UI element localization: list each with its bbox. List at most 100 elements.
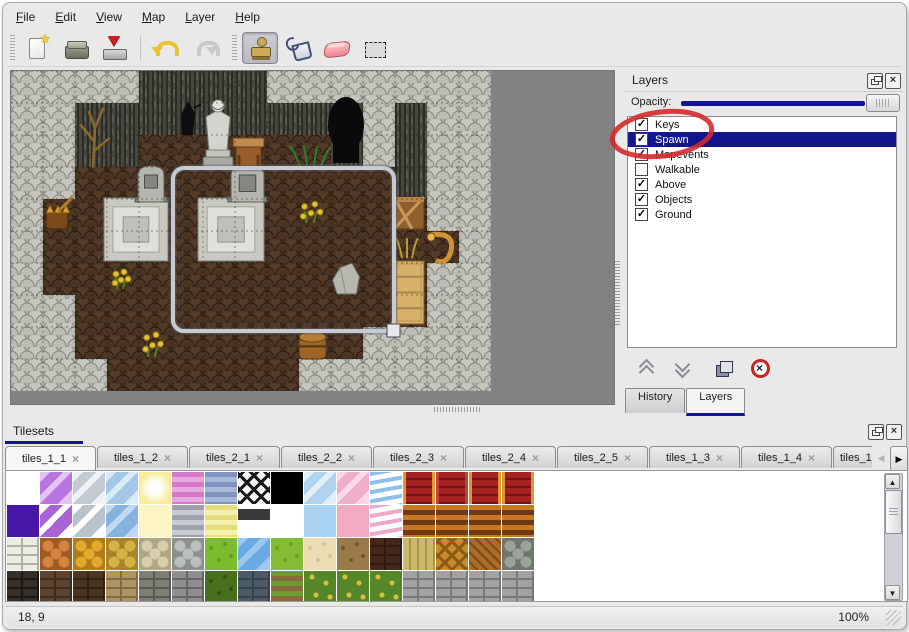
panel-close-button[interactable]: × <box>885 73 901 89</box>
layer-visibility-checkbox[interactable]: ✓ <box>635 133 648 146</box>
opacity-slider-handle[interactable] <box>866 94 900 112</box>
menu-item-view[interactable]: View <box>87 7 131 27</box>
tileset-tile[interactable] <box>139 538 171 570</box>
tileset-tile[interactable] <box>7 571 39 602</box>
menu-item-file[interactable]: File <box>7 7 44 27</box>
menu-item-layer[interactable]: Layer <box>176 7 224 27</box>
move-layer-down-button[interactable] <box>669 357 696 380</box>
map-editor-canvas[interactable] <box>10 70 615 405</box>
tileset-tile[interactable] <box>502 505 534 537</box>
tileset-tile[interactable] <box>172 472 204 504</box>
tileset-tab-tiles_2_1[interactable]: tiles_2_1× <box>189 446 280 468</box>
tileset-tile[interactable] <box>106 571 138 602</box>
fill-tool-button[interactable] <box>280 32 316 64</box>
layer-row-objects[interactable]: ✓Objects <box>628 192 896 207</box>
map-canvas[interactable] <box>11 71 491 391</box>
opacity-slider-track[interactable] <box>681 101 865 106</box>
tileset-tile[interactable] <box>238 472 270 504</box>
tileset-tile[interactable] <box>106 505 138 537</box>
tileset-tile[interactable] <box>40 571 72 602</box>
layer-row-keys[interactable]: ✓Keys <box>628 117 896 132</box>
layer-visibility-checkbox[interactable]: ✓ <box>635 148 648 161</box>
layer-row-mapevents[interactable]: ✓Mapevents <box>628 147 896 162</box>
tileset-tile[interactable] <box>370 571 402 602</box>
duplicate-layer-button[interactable] <box>711 357 738 380</box>
layer-visibility-checkbox[interactable]: ✓ <box>635 178 648 191</box>
select-tool-button[interactable] <box>356 32 392 64</box>
tileset-tile[interactable] <box>436 505 468 537</box>
redo-button[interactable] <box>185 32 221 64</box>
tab-close-icon[interactable]: × <box>348 453 355 463</box>
tileset-tile[interactable] <box>271 472 303 504</box>
tileset-tile[interactable] <box>337 505 369 537</box>
tileset-tile[interactable] <box>172 571 204 602</box>
tileset-tile[interactable] <box>73 538 105 570</box>
tab-close-icon[interactable]: × <box>808 453 815 463</box>
tileset-tile[interactable] <box>304 538 336 570</box>
tileset-tab-tiles_1[interactable]: tiles_1_ <box>833 446 872 468</box>
tileset-tile[interactable] <box>304 571 336 602</box>
tileset-tile[interactable] <box>73 505 105 537</box>
tileset-tab-tiles_1_1[interactable]: tiles_1_1× <box>5 446 96 470</box>
layer-visibility-checkbox[interactable]: ✓ <box>635 193 648 206</box>
tileset-tile[interactable] <box>403 538 435 570</box>
tileset-tile[interactable] <box>40 505 72 537</box>
tileset-tile[interactable] <box>469 571 501 602</box>
tileset-tile[interactable] <box>502 472 534 504</box>
toolbar-drag-handle[interactable] <box>232 35 237 61</box>
tileset-tile[interactable] <box>337 472 369 504</box>
tab-close-icon[interactable]: × <box>440 453 447 463</box>
tileset-tile[interactable] <box>40 472 72 504</box>
layer-row-walkable[interactable]: Walkable <box>628 162 896 177</box>
open-file-button[interactable] <box>58 32 94 64</box>
tileset-tile[interactable] <box>436 472 468 504</box>
tileset-tile[interactable] <box>238 571 270 602</box>
toolbar-drag-handle[interactable] <box>10 35 15 61</box>
eraser-tool-button[interactable] <box>318 32 354 64</box>
layer-row-spawn[interactable]: ✓Spawn <box>628 132 896 147</box>
tab-scroll-left-button[interactable]: ◀ <box>872 446 890 470</box>
tileset-tile[interactable] <box>469 505 501 537</box>
tab-close-icon[interactable]: × <box>716 453 723 463</box>
tileset-tile[interactable] <box>403 571 435 602</box>
tileset-tile[interactable] <box>304 472 336 504</box>
tileset-tile[interactable] <box>502 538 534 570</box>
tileset-tile[interactable] <box>172 538 204 570</box>
tileset-tile[interactable] <box>271 505 303 537</box>
tileset-tab-tiles_1_4[interactable]: tiles_1_4× <box>741 446 832 468</box>
tileset-tile[interactable] <box>172 505 204 537</box>
tileset-tile[interactable] <box>205 571 237 602</box>
tileset-tile[interactable] <box>271 571 303 602</box>
window-resize-grip[interactable] <box>886 610 901 625</box>
save-button[interactable] <box>96 32 132 64</box>
tileset-tab-tiles_2_5[interactable]: tiles_2_5× <box>557 446 648 468</box>
tab-close-icon[interactable]: × <box>532 453 539 463</box>
tileset-tile[interactable] <box>205 472 237 504</box>
tileset-tile[interactable] <box>403 505 435 537</box>
tab-scroll-right-button[interactable]: ▶ <box>890 446 908 470</box>
stamp-tool-button[interactable] <box>242 32 278 64</box>
tileset-tile[interactable] <box>40 538 72 570</box>
tileset-tile[interactable] <box>502 571 534 602</box>
layer-visibility-checkbox[interactable]: ✓ <box>635 208 648 221</box>
tileset-tab-tiles_2_4[interactable]: tiles_2_4× <box>465 446 556 468</box>
tileset-tab-tiles_1_2[interactable]: tiles_1_2× <box>97 446 188 468</box>
tileset-tile[interactable] <box>238 505 270 537</box>
tileset-tile[interactable] <box>469 538 501 570</box>
tilesets-close-button[interactable]: × <box>886 424 902 440</box>
vertical-splitter-handle[interactable] <box>615 261 620 327</box>
menu-item-help[interactable]: Help <box>226 7 269 27</box>
scroll-up-button[interactable]: ▲ <box>885 474 900 489</box>
layer-row-ground[interactable]: ✓Ground <box>628 207 896 222</box>
tileset-tile[interactable] <box>205 505 237 537</box>
tileset-tile[interactable] <box>403 472 435 504</box>
tileset-tab-tiles_1_3[interactable]: tiles_1_3× <box>649 446 740 468</box>
tileset-tab-tiles_2_2[interactable]: tiles_2_2× <box>281 446 372 468</box>
tileset-tile[interactable] <box>139 571 171 602</box>
tab-close-icon[interactable]: × <box>164 453 171 463</box>
tileset-tile[interactable] <box>370 538 402 570</box>
tileset-tile[interactable] <box>337 538 369 570</box>
tileset-tile[interactable] <box>271 538 303 570</box>
layer-visibility-checkbox[interactable] <box>635 163 648 176</box>
tab-close-icon[interactable]: × <box>624 453 631 463</box>
